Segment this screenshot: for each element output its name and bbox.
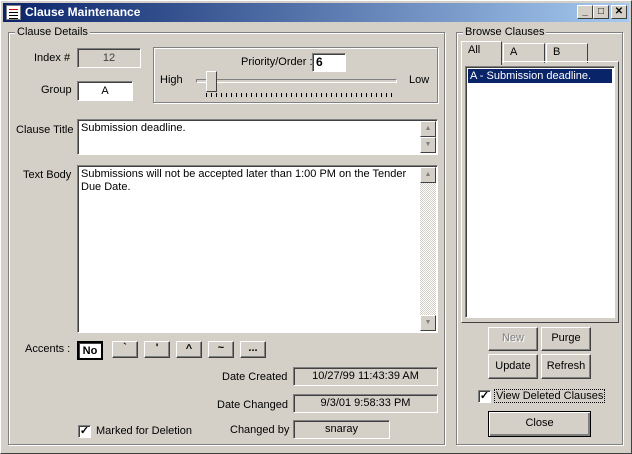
title-bar[interactable]: Clause Maintenance _ □ ✕	[3, 3, 629, 22]
accent-no-button[interactable]: No	[77, 341, 103, 360]
changed-by-field: snaray	[293, 420, 390, 439]
priority-input[interactable]: 6	[312, 53, 346, 72]
accent-acute-button[interactable]: '	[144, 341, 170, 358]
priority-slider-track[interactable]	[196, 79, 397, 83]
tab-b[interactable]: B	[546, 43, 588, 63]
scroll-down-icon[interactable]: ▼	[420, 315, 436, 331]
group-label: Group	[41, 84, 72, 96]
text-body-label: Text Body	[23, 169, 72, 181]
accents-label: Accents :	[25, 343, 71, 355]
slider-ticks	[206, 93, 396, 97]
update-button[interactable]: Update	[488, 354, 538, 379]
marked-deletion-label: Marked for Deletion	[96, 425, 192, 437]
browse-clauses-title: Browse Clauses	[463, 26, 547, 38]
changed-by-label: Changed by	[230, 424, 290, 436]
scroll-down-icon[interactable]: ▼	[420, 137, 436, 153]
scroll-up-icon[interactable]: ▲	[420, 121, 436, 137]
tab-a[interactable]: A	[503, 43, 545, 63]
group-field[interactable]: A	[77, 81, 133, 101]
text-body-input[interactable]: Submissions will not be accepted later t…	[77, 165, 438, 333]
date-created-label: Date Created	[222, 371, 288, 383]
purge-button[interactable]: Purge	[541, 327, 591, 351]
list-item[interactable]: A - Submission deadline.	[468, 69, 612, 83]
tab-all[interactable]: All	[461, 41, 502, 65]
index-label: Index #	[34, 52, 71, 64]
minimize-button[interactable]: _	[577, 5, 593, 19]
new-button[interactable]: New	[488, 327, 538, 351]
maximize-button[interactable]: □	[593, 5, 609, 19]
date-changed-field: 9/3/01 9:58:33 PM	[293, 394, 438, 413]
date-created-field: 10/27/99 11:43:39 AM	[293, 367, 438, 386]
refresh-button[interactable]: Refresh	[541, 354, 591, 379]
text-body-text: Submissions will not be accepted later t…	[81, 168, 407, 193]
accent-tilde-button[interactable]: ~	[208, 341, 234, 358]
text-body-scrollbar[interactable]: ▲ ▼	[420, 167, 436, 331]
close-window-button[interactable]: ✕	[611, 5, 627, 19]
view-deleted-label: View Deleted Clauses	[494, 389, 606, 403]
clause-title-input[interactable]: Submission deadline. ▲ ▼	[77, 119, 438, 155]
clause-title-text: Submission deadline.	[81, 122, 186, 134]
marked-deletion-checkbox[interactable]: ✓	[78, 425, 91, 438]
clause-details-title: Clause Details	[15, 26, 90, 38]
clause-maintenance-window: Clause Maintenance _ □ ✕ Clause Details …	[0, 0, 632, 454]
close-button[interactable]: Close	[488, 411, 591, 437]
accent-circumflex-button[interactable]: ^	[176, 341, 202, 358]
slider-low-label: Low	[409, 74, 430, 86]
clause-list[interactable]: A - Submission deadline.	[465, 66, 615, 318]
slider-high-label: High	[160, 74, 183, 86]
clause-title-scrollbar[interactable]: ▲ ▼	[420, 121, 436, 153]
date-changed-label: Date Changed	[217, 399, 288, 411]
window-title: Clause Maintenance	[25, 5, 141, 19]
priority-slider-thumb[interactable]	[206, 71, 218, 92]
priority-label: Priority/Order :	[241, 56, 313, 68]
accent-grave-button[interactable]: `	[112, 341, 138, 358]
index-field: 12	[77, 48, 141, 68]
clause-title-label: Clause Title	[16, 124, 74, 136]
tab-panel: A - Submission deadline.	[461, 61, 619, 323]
view-deleted-checkbox[interactable]: ✓	[478, 390, 491, 403]
accent-more-button[interactable]: ...	[240, 341, 266, 358]
scroll-up-icon[interactable]: ▲	[420, 167, 436, 183]
app-icon	[6, 5, 21, 20]
